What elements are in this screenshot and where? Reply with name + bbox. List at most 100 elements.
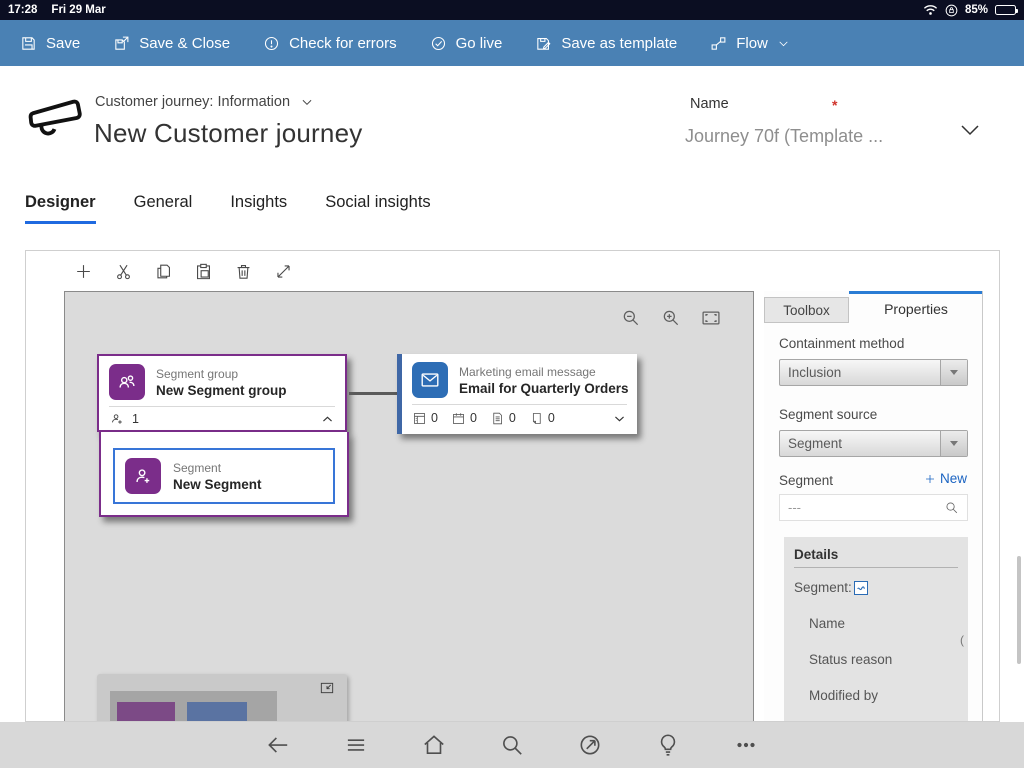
save-and-close-button[interactable]: Save & Close — [113, 35, 230, 52]
segment-lookup-label: Segment — [779, 473, 833, 488]
segment-entity-icon — [854, 581, 868, 595]
canvas-minimap[interactable] — [97, 674, 347, 722]
segment-tile[interactable]: Segment New Segment — [113, 448, 335, 504]
form-tabs: Designer General Insights Social insight… — [25, 193, 431, 224]
page-scrollbar[interactable] — [1017, 556, 1021, 664]
record-type-selector[interactable]: Customer journey: Information — [95, 94, 314, 110]
date: Fri 29 Mar — [51, 4, 105, 16]
dropdown-arrow-icon[interactable] — [940, 431, 967, 456]
tile-connector — [349, 392, 397, 395]
calendar-stat-icon — [451, 411, 466, 426]
segment-group-expanded-area: Segment New Segment — [99, 432, 349, 517]
header-expand-chevron[interactable] — [958, 118, 982, 142]
new-segment-link[interactable]: New — [924, 471, 967, 486]
flow-button[interactable]: Flow — [710, 35, 790, 52]
command-bar: Save Save & Close Check for errors Go li… — [0, 20, 1024, 66]
chevron-down-icon — [777, 37, 790, 50]
search-icon[interactable] — [944, 500, 959, 515]
properties-panel: Toolbox Properties Containment method In… — [764, 291, 983, 722]
save-as-template-button[interactable]: Save as template — [535, 35, 677, 52]
clock: 17:28 — [8, 4, 37, 16]
containment-method-dropdown[interactable]: Inclusion — [779, 359, 968, 386]
check-circle-icon — [430, 35, 447, 52]
bottom-nav-bar — [0, 722, 1024, 768]
back-icon[interactable] — [265, 732, 291, 758]
segment-lookup-input[interactable]: --- — [779, 494, 968, 521]
more-icon[interactable] — [733, 732, 759, 758]
truncated-value: ( — [960, 633, 964, 647]
dropdown-arrow-icon[interactable] — [940, 360, 967, 385]
save-template-icon — [535, 35, 552, 52]
chevron-down-icon — [300, 95, 314, 109]
tab-insights[interactable]: Insights — [230, 193, 287, 224]
save-button[interactable]: Save — [20, 35, 80, 52]
journey-designer: Segment group New Segment group 1 Segmen… — [25, 250, 1000, 722]
form-stat-icon — [412, 411, 427, 426]
segment-icon — [125, 458, 161, 494]
tile-type-label: Segment — [173, 461, 262, 475]
alert-circle-icon — [263, 35, 280, 52]
menu-icon[interactable] — [343, 732, 369, 758]
details-card: Details Segment: Name Status reason Modi… — [784, 537, 968, 722]
email-icon — [412, 362, 448, 398]
segment-group-icon — [109, 364, 145, 400]
minimap-segment-group — [117, 702, 175, 722]
chevron-down-icon — [958, 118, 982, 142]
orientation-lock-icon — [945, 4, 958, 17]
expand-icon[interactable] — [274, 262, 293, 281]
details-heading: Details — [794, 547, 958, 568]
check-for-errors-button[interactable]: Check for errors — [263, 35, 397, 52]
add-tile-icon[interactable] — [74, 262, 93, 281]
paste-icon[interactable] — [194, 262, 213, 281]
fit-to-screen-icon[interactable] — [701, 308, 721, 328]
tab-designer[interactable]: Designer — [25, 193, 96, 224]
canvas-zoom-tools — [621, 308, 721, 328]
delete-icon[interactable] — [234, 262, 253, 281]
zoom-out-icon[interactable] — [621, 308, 641, 328]
details-field-status-reason: Status reason — [809, 652, 958, 667]
segment-source-label: Segment source — [779, 407, 877, 422]
tab-social-insights[interactable]: Social insights — [325, 193, 430, 224]
wifi-icon — [923, 4, 938, 16]
zoom-in-icon[interactable] — [661, 308, 681, 328]
name-field-value[interactable]: Journey 70f (Template ... — [685, 126, 883, 147]
megaphone-icon — [24, 96, 84, 142]
stat-value: 0 — [548, 411, 555, 425]
designer-canvas[interactable]: Segment group New Segment group 1 Segmen… — [64, 291, 754, 722]
name-field-label: Name — [690, 96, 729, 112]
audience-count-icon — [109, 411, 126, 428]
minimap-viewport — [110, 691, 277, 722]
minimap-collapse-icon[interactable] — [319, 680, 335, 696]
details-field-name: Name — [809, 616, 958, 631]
lightbulb-icon[interactable] — [655, 732, 681, 758]
flow-icon — [710, 35, 727, 52]
containment-method-label: Containment method — [779, 336, 904, 351]
entity-label: Segment: — [794, 580, 852, 595]
battery-percent: 85% — [965, 4, 988, 16]
copy-icon[interactable] — [154, 262, 173, 281]
email-message-tile[interactable]: Marketing email message Email for Quarte… — [397, 354, 637, 434]
stat-value: 0 — [470, 411, 477, 425]
plus-icon — [924, 473, 936, 485]
go-live-button[interactable]: Go live — [430, 35, 503, 52]
expand-chevron-down-icon[interactable] — [612, 411, 627, 426]
tab-toolbox[interactable]: Toolbox — [764, 297, 849, 323]
details-field-modified-by: Modified by — [809, 688, 958, 703]
collapse-chevron-up-icon[interactable] — [320, 412, 335, 427]
segment-source-dropdown[interactable]: Segment — [779, 430, 968, 457]
tab-general[interactable]: General — [134, 193, 193, 224]
ios-status-bar: 17:28 Fri 29 Mar 85% — [0, 0, 1024, 20]
cut-icon[interactable] — [114, 262, 133, 281]
tile-name: New Segment group — [156, 383, 287, 398]
save-close-icon — [113, 35, 130, 52]
circle-arrow-icon[interactable] — [577, 732, 603, 758]
search-icon[interactable] — [499, 732, 525, 758]
minimap-email-tile — [187, 702, 247, 722]
designer-toolbar — [26, 251, 999, 291]
stat-value: 0 — [431, 411, 438, 425]
segment-group-tile[interactable]: Segment group New Segment group 1 — [97, 354, 347, 432]
home-icon[interactable] — [421, 732, 447, 758]
tab-properties[interactable]: Properties — [849, 291, 983, 323]
segment-count: 1 — [132, 412, 139, 426]
save-icon — [20, 35, 37, 52]
